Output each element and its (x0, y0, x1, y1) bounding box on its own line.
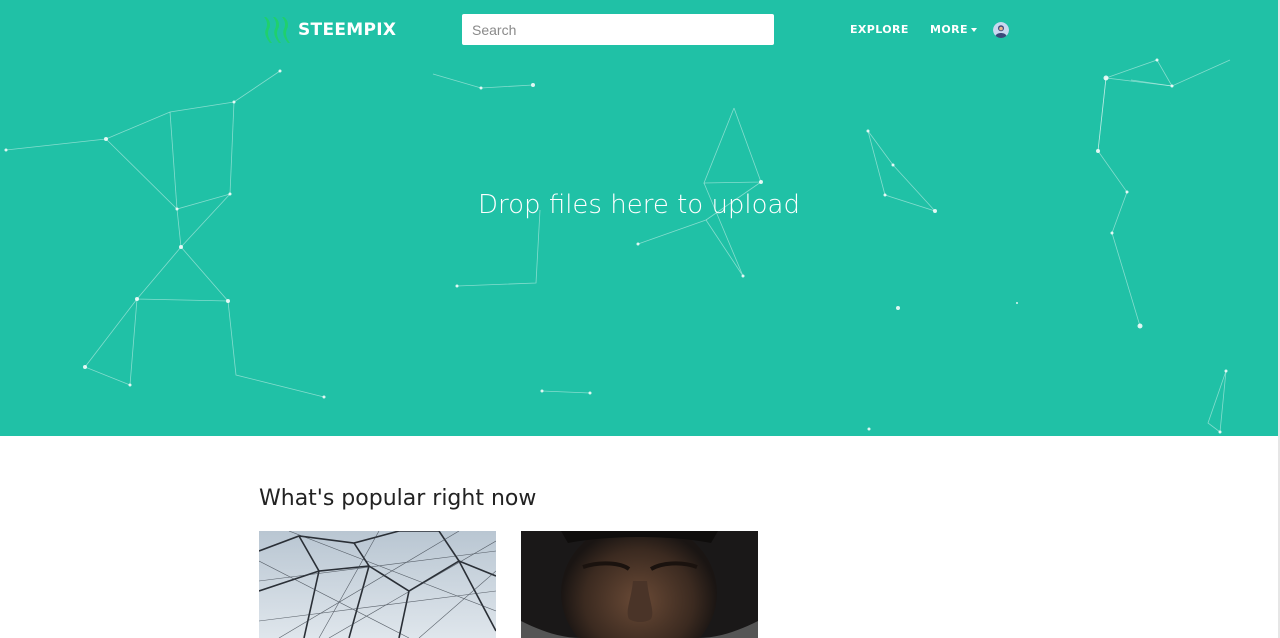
geodesic-structure-image (259, 531, 496, 638)
caret-down-icon (970, 27, 977, 32)
popular-section-title: What's popular right now (259, 486, 537, 511)
nav-explore-link[interactable]: EXPLORE (850, 23, 909, 36)
nav-more-dropdown[interactable]: MORE (930, 23, 977, 36)
search-input[interactable] (462, 14, 774, 45)
drop-files-text: Drop files here to upload (478, 190, 800, 220)
avatar-icon (993, 22, 1009, 38)
user-avatar[interactable] (993, 22, 1009, 38)
steem-logo-icon (264, 17, 290, 43)
brand-logo[interactable]: STEEMPIX (262, 14, 396, 46)
nav-more-label: MORE (930, 23, 968, 36)
popular-card[interactable] (259, 531, 496, 638)
brand-name: STEEMPIX (298, 20, 397, 40)
top-navbar: STEEMPIX EXPLORE MORE (0, 0, 1280, 60)
upload-dropzone[interactable]: Drop files here to upload (0, 0, 1280, 436)
portrait-image (521, 531, 758, 638)
popular-card[interactable] (521, 531, 758, 638)
